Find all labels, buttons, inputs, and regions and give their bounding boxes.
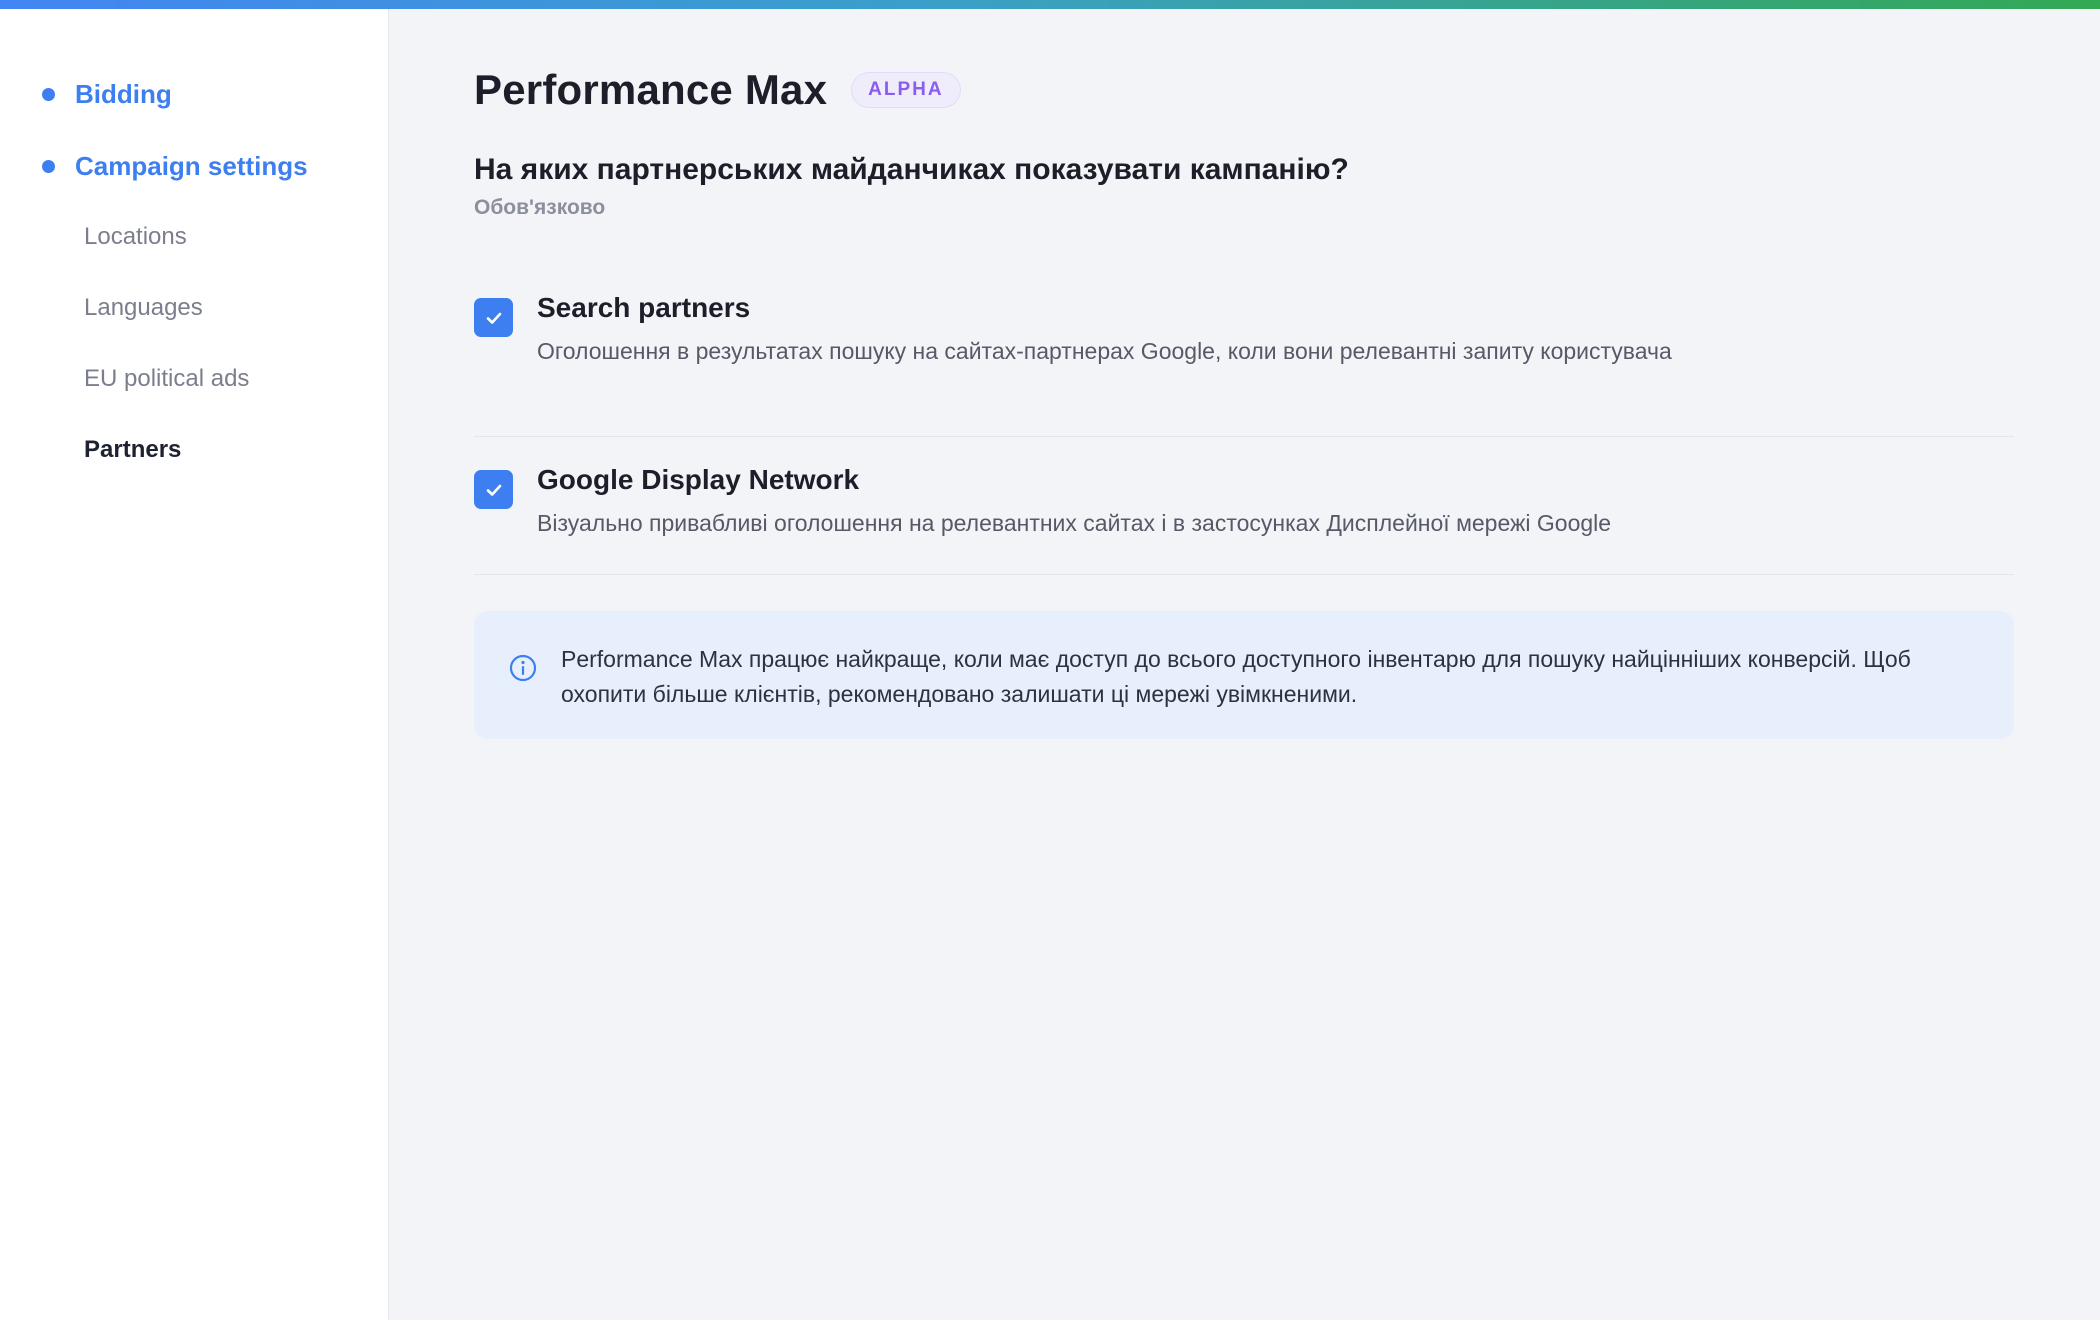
info-icon — [509, 654, 537, 682]
sidebar-item-locations[interactable]: Locations — [84, 217, 187, 257]
page-title: Performance Max — [474, 66, 828, 113]
section-question: На яких партнерських майданчиках показув… — [474, 153, 1349, 186]
step-dot-icon — [42, 159, 55, 173]
sidebar-section-bidding[interactable]: Bidding — [0, 74, 172, 114]
option-google-display-network: Google Display Network Візуально привабл… — [474, 456, 2014, 575]
sidebar-item-languages[interactable]: Languages — [84, 288, 203, 328]
option-description: Оголошення в результатах пошуку на сайта… — [537, 338, 1672, 364]
option-search-partners: Search partners Оголошення в результатах… — [474, 284, 2014, 437]
info-banner: Performance Max працює найкраще, коли ма… — [474, 611, 2014, 739]
option-title: Search partners — [537, 292, 751, 323]
sidebar-item-label: EU political ads — [84, 365, 250, 392]
sidebar-section-label: Campaign settings — [75, 150, 308, 181]
search-partners-checkbox[interactable] — [474, 298, 513, 337]
sidebar-item-label: Languages — [84, 294, 203, 321]
sidebar-item-label: Locations — [84, 223, 187, 250]
step-dot-icon — [42, 87, 55, 101]
option-description: Візуально привабливі оголошення на релев… — [537, 510, 1612, 536]
alpha-badge: ALPHA — [851, 72, 961, 108]
required-label: Обов'язково — [474, 196, 606, 219]
checkmark-icon — [486, 312, 501, 324]
sidebar-item-label: Partners — [84, 436, 182, 463]
sidebar: Bidding Campaign settings Locations Lang… — [0, 9, 389, 1320]
display-network-checkbox[interactable] — [474, 470, 513, 509]
top-gradient-bar — [0, 0, 2100, 9]
info-text: Performance Max працює найкраще, коли ма… — [561, 646, 1911, 707]
sidebar-item-eu-political-ads[interactable]: EU political ads — [84, 359, 249, 399]
title-row: Performance Max ALPHA — [474, 66, 961, 114]
sidebar-section-label: Bidding — [75, 78, 172, 109]
checkmark-icon — [486, 484, 501, 496]
sidebar-section-campaign-settings[interactable]: Campaign settings — [0, 146, 308, 186]
option-title: Google Display Network — [537, 464, 860, 495]
sidebar-item-partners[interactable]: Partners — [84, 430, 181, 470]
